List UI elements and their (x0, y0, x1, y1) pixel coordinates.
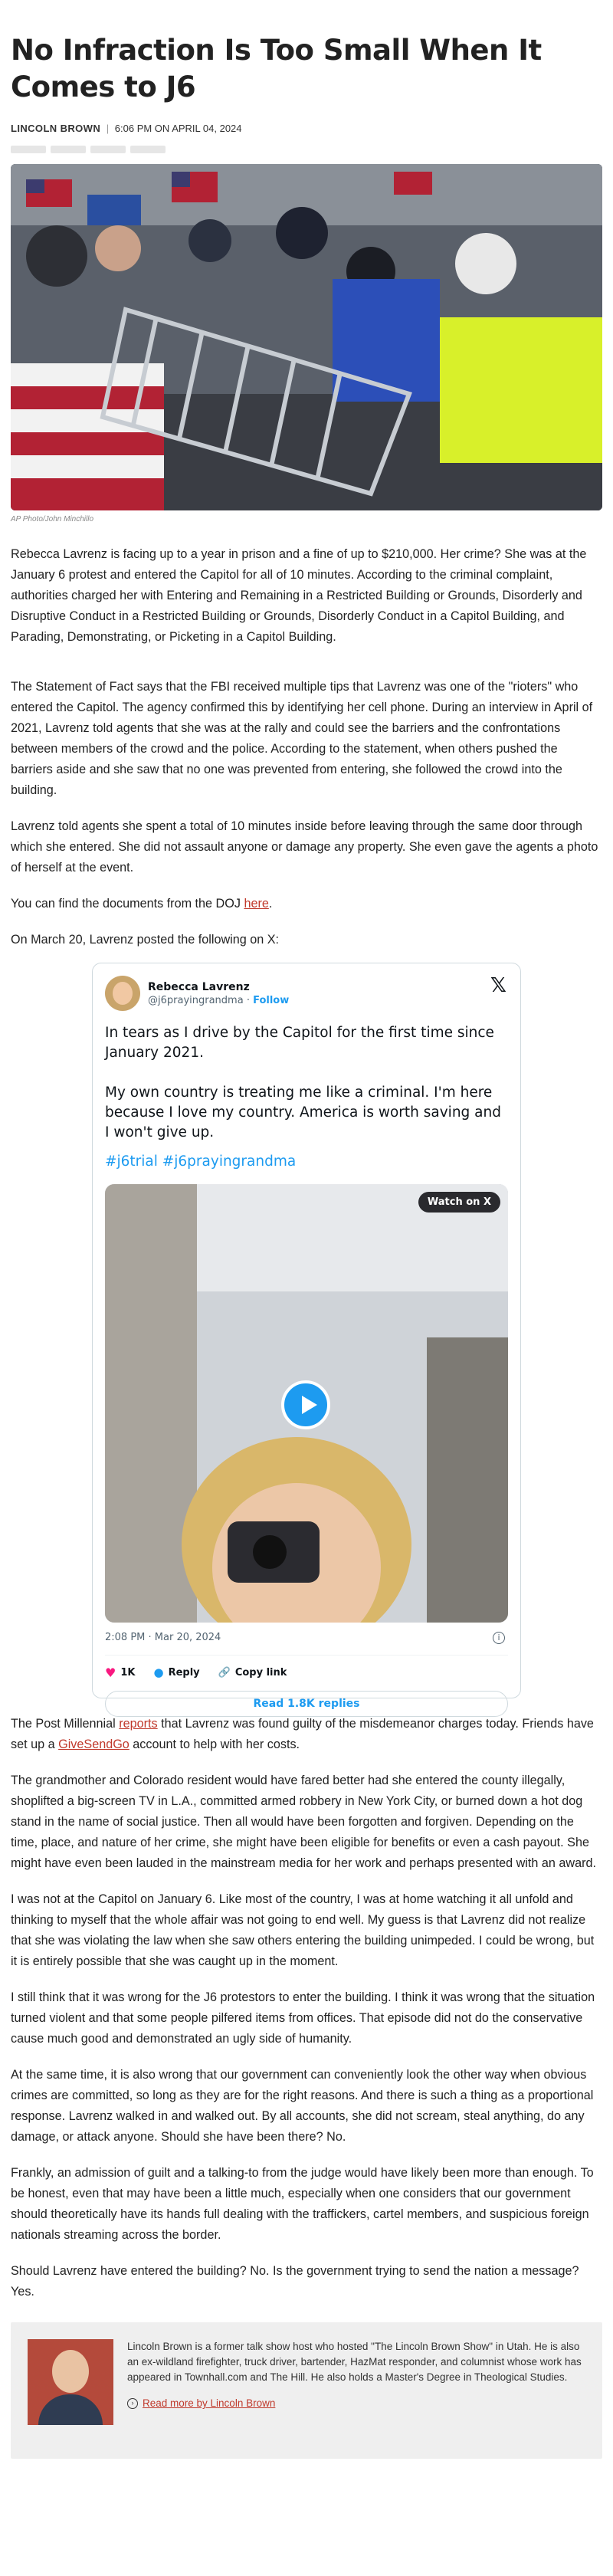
divider (105, 1655, 508, 1656)
byline: LINCOLN BROWN | 6:06 PM ON APRIL 04, 202… (11, 123, 602, 136)
avatar[interactable] (105, 976, 140, 1011)
byline-separator: | (106, 123, 110, 134)
paragraph: Should Lavrenz have entered the building… (11, 2264, 579, 2299)
share-button[interactable] (11, 146, 46, 153)
doj-documents-link[interactable]: here (244, 897, 268, 911)
tweet-header: Rebecca Lavrenz @j6prayingrandma · Follo… (105, 974, 508, 1012)
tweet-hashtags[interactable]: #j6trial #j6prayingrandma (105, 1152, 508, 1172)
bio-description: Lincoln Brown is a former talk show host… (127, 2341, 582, 2383)
read-more-link[interactable]: Read more by Lincoln Brown (143, 2396, 275, 2411)
text: . (268, 897, 273, 911)
like-count: 1K (120, 1666, 136, 1679)
embedded-tweet[interactable]: Rebecca Lavrenz @j6prayingrandma · Follo… (92, 963, 521, 1717)
reports-link[interactable]: reports (119, 1717, 157, 1731)
follow-button[interactable]: Follow (253, 995, 289, 1006)
info-icon[interactable]: i (493, 1632, 505, 1644)
article-title: No Infraction Is Too Small When It Comes… (11, 34, 542, 103)
bio-text-block: Lincoln Brown is a former talk show host… (127, 2339, 585, 2442)
article-page: No Infraction Is Too Small When It Comes… (0, 0, 613, 2576)
article-body: Rebecca Lavrenz is facing up to a year i… (11, 544, 602, 950)
tweet-text: In tears as I drive by the Capitol for t… (105, 1025, 501, 1140)
read-more-row: › Read more by Lincoln Brown (127, 2396, 585, 2411)
link-icon: 🔗 (218, 1666, 231, 1679)
reply-label: Reply (168, 1666, 200, 1679)
text: The Post Millennial (11, 1717, 120, 1731)
paragraph: You can find the documents from the DOJ … (11, 894, 602, 914)
author-bio: Lincoln Brown is a former talk show host… (11, 2322, 602, 2459)
tweet-video[interactable]: Watch on X (105, 1184, 508, 1623)
text: You can find the documents from the DOJ (11, 897, 244, 911)
like-button[interactable]: ♥ 1K (105, 1665, 135, 1680)
x-logo-icon[interactable]: 𝕏 (490, 974, 506, 997)
play-icon[interactable] (281, 1380, 330, 1429)
author-link[interactable]: LINCOLN BROWN (11, 123, 100, 134)
share-button[interactable] (90, 146, 126, 153)
copy-link-label: Copy link (234, 1666, 287, 1679)
read-replies-button[interactable]: Read 1.8K replies (105, 1691, 508, 1717)
heart-icon: ♥ (105, 1665, 116, 1680)
paragraph: I was not at the Capitol on January 6. L… (11, 1892, 595, 1968)
givesendgo-link[interactable]: GiveSendGo (58, 1738, 129, 1751)
tweet-timestamp[interactable]: 2:08 PM · Mar 20, 2024 (105, 1632, 221, 1647)
tweet-actions: ♥ 1K ● Reply 🔗 Copy link (105, 1665, 508, 1680)
hero-image (11, 164, 602, 510)
share-button[interactable] (130, 146, 166, 153)
reply-button[interactable]: ● Reply (153, 1665, 199, 1679)
tweet-handle[interactable]: @j6prayingrandma (148, 995, 244, 1006)
dot-separator: · (243, 994, 254, 1006)
share-buttons (11, 146, 602, 153)
paragraph: At the same time, it is also wrong that … (11, 2068, 594, 2144)
paragraph: The Statement of Fact says that the FBI … (11, 680, 593, 797)
share-button[interactable] (51, 146, 86, 153)
author-photo (28, 2339, 113, 2425)
paragraph: I still think that it was wrong for the … (11, 1990, 595, 2046)
paragraph: Lavrenz told agents she spent a total of… (11, 819, 598, 875)
paragraph: The Post Millennial reports that Lavrenz… (11, 1714, 602, 1755)
tweet-author-name[interactable]: Rebecca Lavrenz (148, 981, 289, 993)
article-body-continued: The Post Millennial reports that Lavrenz… (11, 1714, 602, 2302)
copy-link-button[interactable]: 🔗 Copy link (218, 1667, 287, 1679)
tweet-author: Rebecca Lavrenz @j6prayingrandma · Follo… (148, 981, 289, 1006)
paragraph: Rebecca Lavrenz is facing up to a year i… (11, 547, 587, 644)
tweet-handle-row: @j6prayingrandma · Follow (148, 995, 289, 1006)
hero-photo-illustration (11, 164, 602, 510)
arrow-circle-icon: › (127, 2398, 138, 2409)
watch-on-x-button[interactable]: Watch on X (418, 1192, 500, 1213)
text: account to help with her costs. (129, 1738, 300, 1751)
paragraph: Frankly, an admission of guilt and a tal… (11, 2166, 594, 2242)
paragraph: The grandmother and Colorado resident wo… (11, 1774, 596, 1870)
paragraph: On March 20, Lavrenz posted the followin… (11, 933, 280, 947)
publish-date: 6:06 PM ON APRIL 04, 2024 (114, 123, 242, 134)
image-caption: AP Photo/John Minchillo (11, 515, 94, 523)
tweet-timestamp-row: 2:08 PM · Mar 20, 2024 i (105, 1632, 508, 1647)
reply-icon: ● (153, 1665, 164, 1679)
